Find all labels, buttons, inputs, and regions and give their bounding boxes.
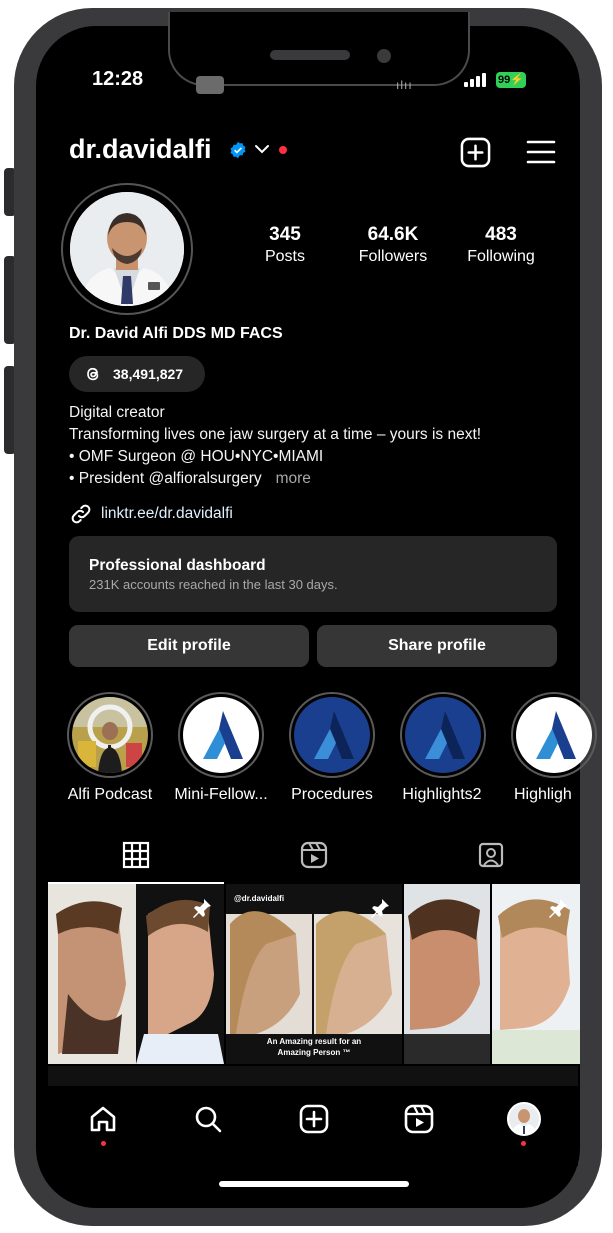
bio-line: Transforming lives one jaw surgery at a … <box>69 426 482 443</box>
post-row-peek <box>48 1066 578 1086</box>
link-icon <box>71 504 91 524</box>
edit-profile-button[interactable]: Edit profile <box>69 625 309 667</box>
profile-full-name: Dr. David Alfi DDS MD FACS <box>69 325 283 342</box>
highlight-label: Highligh <box>514 786 572 803</box>
chevron-down-icon[interactable] <box>254 142 270 156</box>
hamburger-menu-icon[interactable] <box>526 138 556 166</box>
highlight-partial[interactable] <box>511 692 597 778</box>
threads-badge[interactable]: 38,491,827 <box>69 356 205 392</box>
stat-value: 483 <box>485 224 517 245</box>
stat-label: Following <box>467 248 535 265</box>
highlight-ring <box>511 692 597 778</box>
cellular-signal-icon <box>464 73 486 87</box>
post-caption-bottom: An Amazing result for an Amazing Person … <box>266 1037 362 1057</box>
dashboard-title: Professional dashboard <box>89 557 266 574</box>
stat-label: Posts <box>264 248 305 265</box>
verified-badge-icon <box>230 141 246 159</box>
battery-indicator: 99⚡ <box>496 72 526 88</box>
notification-dot <box>521 1141 526 1146</box>
post-tile[interactable] <box>404 884 580 1064</box>
highlight-highlights2[interactable] <box>400 692 486 778</box>
bio-line-last: • President @alfioralsurgery more <box>69 470 311 488</box>
podcast-photo-icon <box>72 697 148 773</box>
bio-category: Digital creator <box>69 404 165 421</box>
audio-wave-icon: ılıı <box>396 78 413 92</box>
profile-nav-avatar[interactable] <box>507 1102 541 1136</box>
avatar-photo <box>511 1109 537 1134</box>
post-tile[interactable]: @dr.davidalfi An Amazing result for an A… <box>226 884 402 1064</box>
home-icon[interactable] <box>88 1104 118 1134</box>
share-profile-button[interactable]: Share profile <box>317 625 557 667</box>
alfi-logo-icon <box>183 697 259 773</box>
dashboard-subtitle: 231K accounts reached in the last 30 day… <box>89 577 338 592</box>
stat-posts[interactable]: 345 Posts <box>230 224 340 266</box>
profile-link-text: linktr.ee/dr.davidalfi <box>101 505 233 522</box>
dynamic-island <box>168 12 470 86</box>
bio-line: • President @alfioralsurgery <box>69 470 262 487</box>
create-post-icon[interactable] <box>460 137 491 168</box>
notification-dot <box>101 1141 106 1146</box>
profile-username[interactable]: dr.davidalfi <box>69 134 212 165</box>
highlight-procedures[interactable] <box>289 692 375 778</box>
avatar-photo <box>70 192 184 306</box>
pin-icon <box>371 899 389 918</box>
highlight-ring <box>67 692 153 778</box>
alfi-logo-icon <box>294 697 370 773</box>
pin-icon <box>193 899 211 918</box>
stat-value: 345 <box>269 224 301 245</box>
post-caption-top: @dr.davidalfi <box>234 894 285 903</box>
pin-icon <box>549 899 567 918</box>
earpiece <box>270 50 350 60</box>
alfi-logo-icon <box>405 697 481 773</box>
highlight-label: Alfi Podcast <box>67 786 153 803</box>
highlight-label: Highlights2 <box>402 786 482 803</box>
front-camera <box>377 49 391 63</box>
highlight-alfi-podcast[interactable] <box>67 692 153 778</box>
create-icon[interactable] <box>299 1104 329 1134</box>
alfi-logo-icon <box>516 697 592 773</box>
post-tile[interactable] <box>48 884 224 1064</box>
professional-dashboard-card[interactable]: Professional dashboard 231K accounts rea… <box>69 536 557 612</box>
threads-icon <box>87 367 99 381</box>
status-time: 12:28 <box>92 68 144 90</box>
highlight-ring <box>178 692 264 778</box>
highlight-ring <box>289 692 375 778</box>
now-playing-artwork <box>196 76 224 94</box>
profile-avatar[interactable] <box>70 192 184 306</box>
reels-icon[interactable] <box>300 841 328 869</box>
bio-more-link[interactable]: more <box>276 470 311 487</box>
stat-value: 64.6K <box>367 224 419 245</box>
highlight-label: Procedures <box>291 786 373 803</box>
profile-link[interactable]: linktr.ee/dr.davidalfi <box>69 502 233 526</box>
stat-followers[interactable]: 64.6K Followers <box>338 224 448 266</box>
highlight-ring <box>400 692 486 778</box>
tagged-icon[interactable] <box>477 841 505 869</box>
bio-line: • OMF Surgeon @ HOU•NYC•MIAMI <box>69 448 324 465</box>
highlight-mini-fellowship[interactable] <box>178 692 264 778</box>
grid-icon[interactable] <box>122 841 150 869</box>
highlight-label: Mini-Fellow... <box>174 786 268 803</box>
stat-label: Followers <box>358 248 428 265</box>
stat-following[interactable]: 483 Following <box>446 224 556 266</box>
battery-level: 99 <box>498 74 511 86</box>
threads-count: 38,491,827 <box>113 366 184 382</box>
reels-icon[interactable] <box>404 1104 434 1134</box>
home-indicator[interactable] <box>219 1181 409 1187</box>
search-icon[interactable] <box>193 1104 223 1134</box>
notification-dot <box>279 146 287 154</box>
